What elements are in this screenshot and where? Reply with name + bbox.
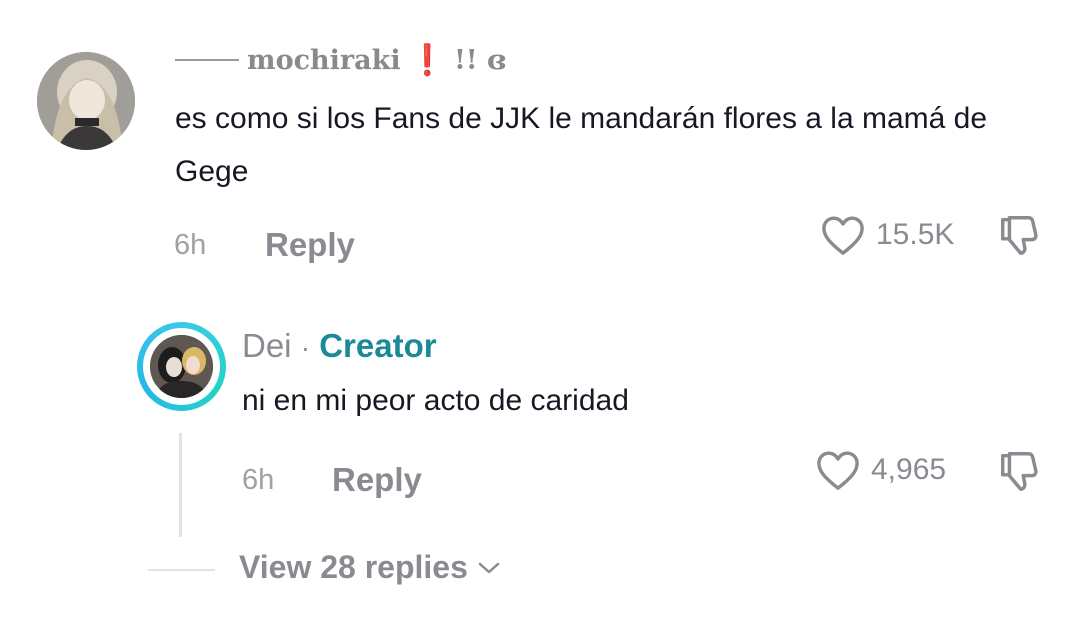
- thumbs-down-icon[interactable]: [994, 448, 1044, 494]
- thread-line: [179, 433, 182, 537]
- reply-username[interactable]: Dei: [242, 327, 292, 364]
- comment-text: es como si los Fans de JJK le mandarán f…: [175, 102, 988, 188]
- reply-time: 6h: [242, 464, 275, 496]
- reply-reply-button[interactable]: Reply: [332, 461, 422, 499]
- comment-like-count: 15.5K: [876, 218, 955, 251]
- username-suffix: !! ɞ: [453, 44, 507, 76]
- reply-like-count: 4,965: [871, 453, 947, 486]
- creator-avatar[interactable]: [150, 335, 213, 398]
- heart-outline-icon: [817, 451, 859, 490]
- comment-reply-button[interactable]: Reply: [265, 226, 355, 264]
- reply-username-line: Dei · Creator: [242, 327, 437, 365]
- reply-text: ni en mi peor acto de caridad: [242, 384, 629, 417]
- name-separator: ·: [300, 332, 311, 363]
- decorative-dash: [175, 59, 239, 61]
- exclamation-icon: ❗: [408, 42, 446, 78]
- comment-like-button[interactable]: 15.5K: [820, 214, 954, 256]
- commenter-username[interactable]: mochiraki ❗ !! ɞ: [175, 40, 506, 80]
- creator-badge: Creator: [319, 327, 437, 364]
- view-replies-label: View 28 replies: [239, 549, 468, 585]
- username-text: mochiraki: [247, 44, 401, 76]
- chevron-down-icon: [478, 562, 500, 573]
- view-replies-button[interactable]: View 28 replies: [239, 549, 502, 586]
- heart-outline-icon: [822, 216, 864, 255]
- commenter-avatar[interactable]: [37, 52, 135, 150]
- comment-time: 6h: [174, 229, 207, 261]
- view-replies-divider: [148, 569, 215, 571]
- reply-like-button[interactable]: 4,965: [815, 449, 946, 491]
- thumbs-down-icon[interactable]: [994, 212, 1044, 258]
